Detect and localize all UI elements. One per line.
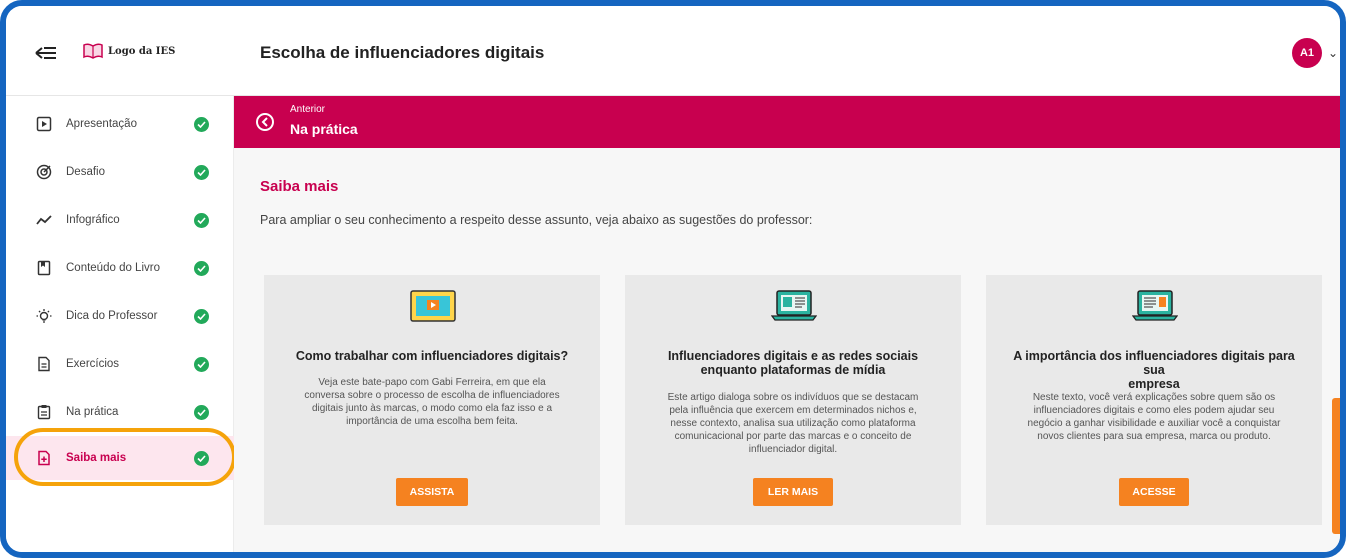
card-description: Neste texto, você verá explicações sobre…	[1014, 391, 1294, 443]
check-icon	[194, 164, 209, 180]
card-text-line: nesse contexto, analisa sua utilização c…	[670, 418, 916, 429]
card-description: Veja este bate-papo com Gabi Ferreira, e…	[292, 376, 572, 428]
avatar[interactable]: A1	[1292, 38, 1322, 68]
sidebar-item-label: Na prática	[66, 406, 119, 418]
laptop-article-icon	[771, 290, 817, 321]
card-text-line: Este artigo dialoga sobre os indivíduos …	[667, 392, 919, 403]
check-icon	[194, 404, 209, 420]
card-title: Como trabalhar com influenciadores digit…	[284, 349, 580, 363]
sidebar: Apresentação Desafio Infográfico Conteúd…	[6, 96, 234, 552]
collapse-menu-icon[interactable]	[34, 44, 58, 62]
sidebar-item-label: Desafio	[66, 166, 105, 178]
card-text-line: conversa sobre o processo de escolha de …	[304, 390, 560, 401]
chevron-left-icon[interactable]	[256, 113, 274, 131]
card-description: Este artigo dialoga sobre os indivíduos …	[653, 391, 933, 456]
previous-label: Anterior	[290, 104, 326, 115]
card-title-line: empresa	[1128, 377, 1180, 391]
ler-mais-button[interactable]: LER MAIS	[753, 478, 833, 506]
card-text-line: comunicacional por parte das marcas e o …	[674, 431, 912, 442]
document-icon	[38, 356, 50, 372]
sidebar-item-label: Dica do Professor	[66, 310, 158, 322]
card-text-line: Veja este bate-papo com Gabi Ferreira, e…	[318, 377, 546, 388]
logo: Logo da IES	[82, 42, 175, 60]
sidebar-item-label: Exercícios	[66, 358, 120, 370]
chevron-down-icon[interactable]: ⌄	[1328, 46, 1338, 60]
check-icon	[194, 308, 209, 324]
sidebar-item-apresentacao[interactable]: Apresentação	[6, 104, 234, 144]
card-text-line: novos clientes para sua empresa, marca o…	[1037, 431, 1271, 442]
lightbulb-icon	[36, 309, 52, 323]
target-icon	[36, 164, 52, 180]
check-icon	[194, 356, 209, 372]
sidebar-item-label: Apresentação	[66, 118, 137, 130]
card-title: Influenciadores digitais e as redes soci…	[645, 349, 941, 377]
card-title: A importância dos influenciadores digita…	[1006, 349, 1302, 391]
previous-section-title[interactable]: Na prática	[290, 121, 358, 137]
card-text-line: Neste texto, você verá explicações sobre…	[1032, 392, 1276, 403]
card-text-line: importância de uma escolha bem feita.	[346, 416, 518, 427]
sidebar-item-dica-do-professor[interactable]: Dica do Professor	[6, 296, 234, 336]
sidebar-item-label: Infográfico	[66, 214, 120, 226]
acesse-button[interactable]: ACESSE	[1119, 478, 1189, 506]
card-title-line: enquanto plataformas de mídia	[700, 363, 886, 377]
card-text-line: digitais junto às marcas, o modo como el…	[311, 403, 553, 414]
book-logo-icon	[83, 43, 103, 59]
laptop-web-icon	[1132, 290, 1178, 321]
card-text-line: negócio a ganhar visibilidade e auxiliar…	[1027, 418, 1281, 429]
side-scroll-tab[interactable]	[1332, 398, 1340, 534]
resource-card: A importância dos influenciadores digita…	[986, 275, 1322, 525]
section-title: Saiba mais	[260, 178, 339, 195]
sidebar-item-exercicios[interactable]: Exercícios	[6, 344, 234, 384]
resource-card: Como trabalhar com influenciadores digit…	[264, 275, 600, 525]
highlight-ring	[14, 428, 236, 486]
assista-button[interactable]: ASSISTA	[396, 478, 468, 506]
navigation-banner[interactable]: Anterior Na prática	[234, 96, 1340, 148]
trend-line-icon	[36, 215, 52, 225]
logo-text: Logo da IES	[108, 45, 176, 57]
section-description: Para ampliar o seu conhecimento a respei…	[260, 213, 813, 227]
top-bar: Logo da IES Escolha de influenciadores d…	[6, 6, 1340, 96]
clipboard-icon	[37, 405, 51, 420]
card-text-line: pela influência que exercem em determina…	[669, 405, 917, 416]
page-title: Escolha de influenciadores digitais	[260, 43, 545, 62]
check-icon	[194, 116, 209, 132]
app-window: Logo da IES Escolha de influenciadores d…	[0, 0, 1346, 558]
book-icon	[37, 260, 51, 276]
card-text-line: influenciadores digitais e como eles pod…	[1033, 405, 1275, 416]
check-icon	[194, 260, 209, 276]
sidebar-item-conteudo-do-livro[interactable]: Conteúdo do Livro	[6, 248, 234, 288]
resource-card: Influenciadores digitais e as redes soci…	[625, 275, 961, 525]
sidebar-item-label: Conteúdo do Livro	[66, 262, 160, 274]
sidebar-item-infografico[interactable]: Infográfico	[6, 200, 234, 240]
check-icon	[194, 212, 209, 228]
card-title-line: Influenciadores digitais e as redes soci…	[667, 349, 919, 363]
card-title-line: A importância dos influenciadores digita…	[1013, 349, 1295, 377]
play-box-icon	[36, 116, 52, 132]
sidebar-item-desafio[interactable]: Desafio	[6, 152, 234, 192]
main-content: Saiba mais Para ampliar o seu conhecimen…	[234, 148, 1340, 552]
sidebar-item-na-pratica[interactable]: Na prática	[6, 392, 234, 432]
card-title-line: Como trabalhar com influenciadores digit…	[295, 349, 569, 363]
card-text-line: influenciador digital.	[748, 444, 838, 455]
video-screen-icon	[410, 290, 456, 322]
